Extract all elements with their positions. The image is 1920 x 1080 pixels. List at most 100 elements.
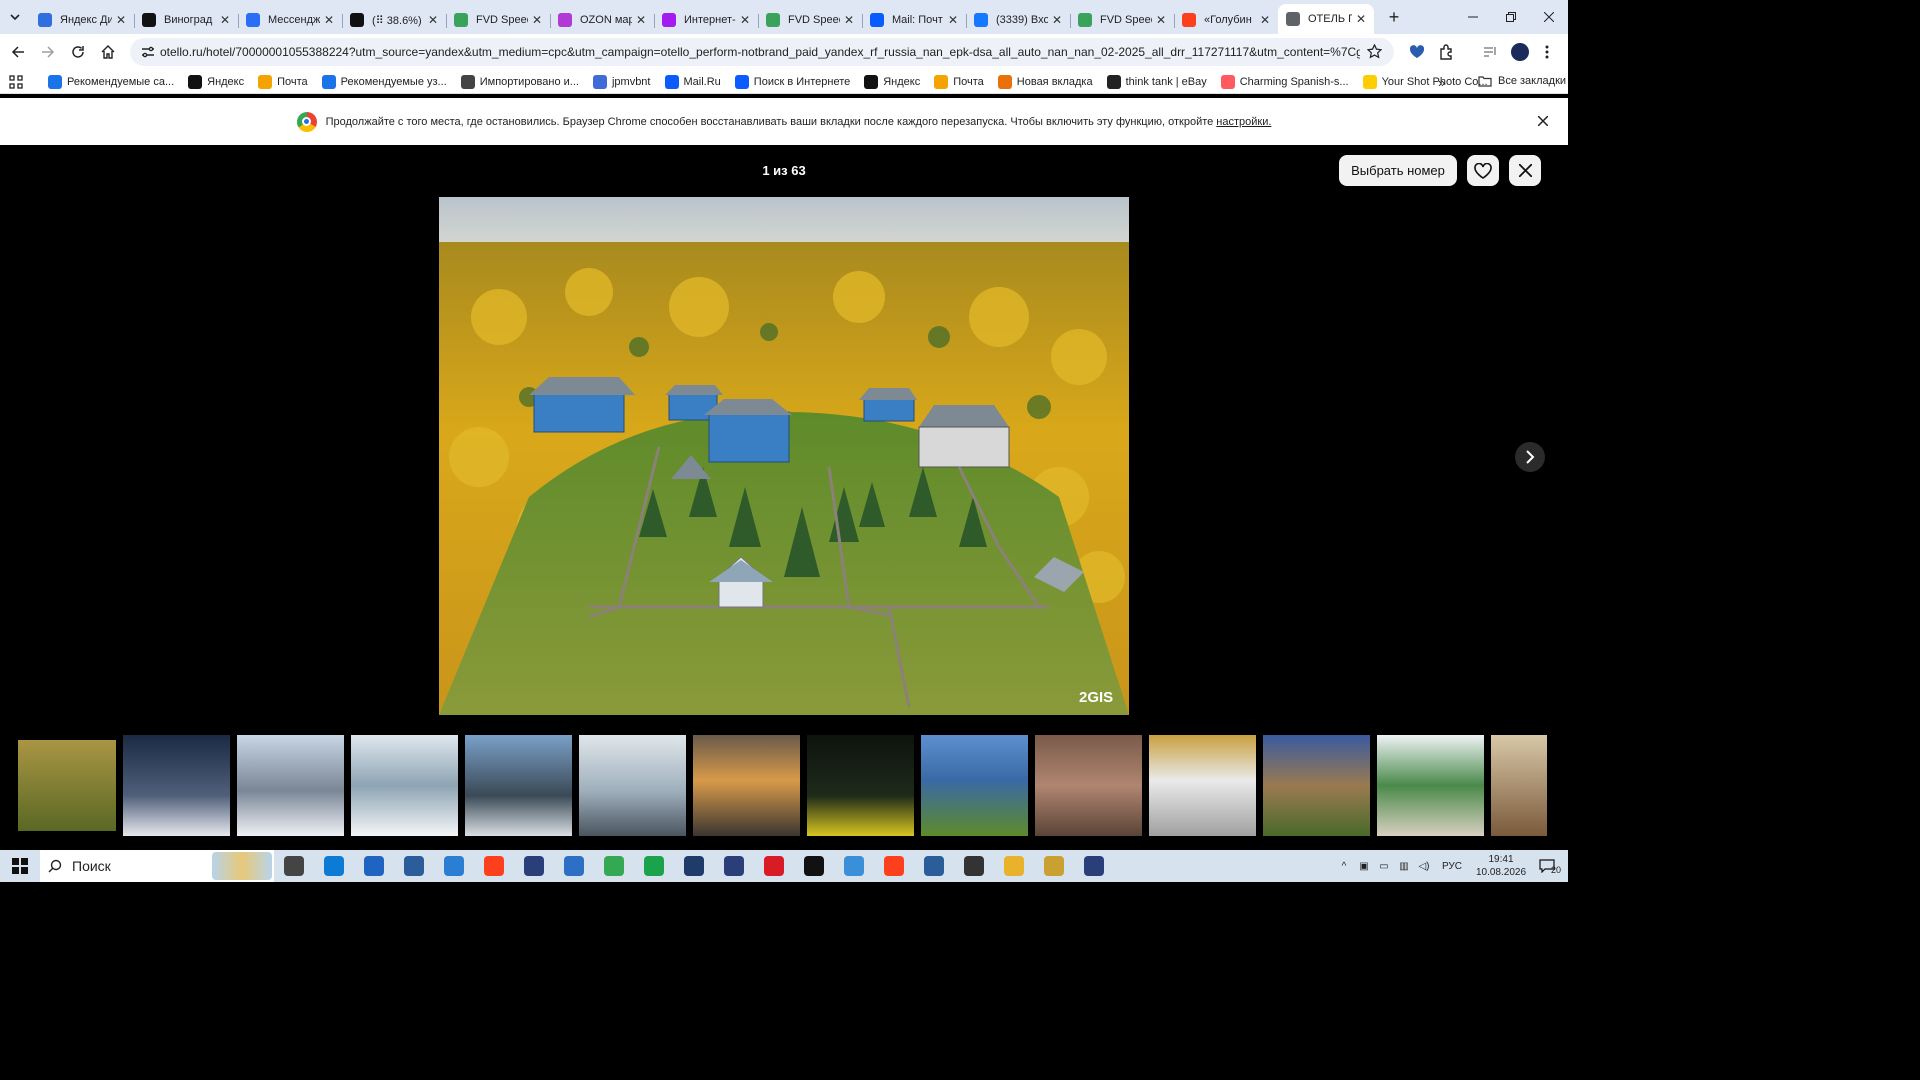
taskbar-app-button[interactable] bbox=[314, 850, 354, 882]
bookmark-item[interactable]: Яндекс bbox=[864, 74, 920, 89]
thumbnail-restaurant[interactable] bbox=[1377, 735, 1484, 836]
taskbar-app-button[interactable] bbox=[994, 850, 1034, 882]
minimize-button[interactable] bbox=[1454, 0, 1492, 34]
forward-button[interactable] bbox=[34, 38, 62, 66]
bookmark-item[interactable]: Рекомендуемые са... bbox=[48, 74, 174, 89]
tray-camera-icon[interactable]: ▣ bbox=[1354, 861, 1374, 872]
favorite-button[interactable] bbox=[1467, 155, 1499, 186]
bookmark-item[interactable]: Рекомендуемые уз... bbox=[321, 74, 447, 89]
taskbar-app-button[interactable] bbox=[954, 850, 994, 882]
tab-close-icon[interactable]: ✕ bbox=[114, 13, 128, 27]
taskbar-app-button[interactable] bbox=[594, 850, 634, 882]
apps-grid-icon[interactable] bbox=[0, 74, 32, 89]
browser-tab[interactable]: Интернет- ✕ bbox=[654, 6, 758, 34]
browser-tab[interactable]: ОТЕЛЬ ГО✕ bbox=[1278, 4, 1374, 34]
thumbnail-night-pool[interactable] bbox=[807, 735, 914, 836]
taskbar-app-button[interactable] bbox=[1074, 850, 1114, 882]
browser-tab[interactable]: Mail: Почт ✕ bbox=[862, 6, 966, 34]
thumbnail-snowy-pier[interactable] bbox=[351, 735, 458, 836]
tray-volume-icon[interactable]: ◁) bbox=[1414, 861, 1434, 872]
bookmark-item[interactable]: Your Shot Photo Co... bbox=[1362, 74, 1488, 89]
tab-close-icon[interactable]: ✕ bbox=[842, 13, 856, 27]
browser-tab[interactable]: FVD Speed ✕ bbox=[758, 6, 862, 34]
tray-network-icon[interactable]: ▥ bbox=[1394, 861, 1414, 872]
bookmark-item[interactable]: Яндекс bbox=[188, 74, 244, 89]
taskbar-app-button[interactable] bbox=[674, 850, 714, 882]
tray-chevron-icon[interactable]: ^ bbox=[1334, 861, 1354, 872]
tab-close-icon[interactable]: ✕ bbox=[946, 13, 960, 27]
menu-kebab-icon[interactable] bbox=[1544, 44, 1550, 63]
tab-close-icon[interactable]: ✕ bbox=[426, 13, 440, 27]
bookmark-item[interactable]: Почта bbox=[258, 74, 308, 89]
thumbnail-dining[interactable] bbox=[1491, 735, 1547, 836]
browser-tab[interactable]: Яндекс Ди ✕ bbox=[30, 6, 134, 34]
more-bookmarks-icon[interactable]: » bbox=[1438, 75, 1445, 90]
settings-link[interactable]: настройки. bbox=[1216, 116, 1271, 128]
taskbar-app-button[interactable] bbox=[754, 850, 794, 882]
home-button[interactable] bbox=[94, 38, 122, 66]
bookmark-item[interactable]: Charming Spanish-s... bbox=[1220, 74, 1349, 89]
tab-close-icon[interactable]: ✕ bbox=[634, 13, 648, 27]
extensions-puzzle-icon[interactable] bbox=[1438, 43, 1456, 64]
bookmark-item[interactable]: Новая вкладка bbox=[997, 74, 1093, 89]
thumbnail-winter-glass-house-night[interactable] bbox=[123, 735, 230, 836]
close-gallery-button[interactable] bbox=[1509, 155, 1541, 186]
tab-close-icon[interactable]: ✕ bbox=[1258, 13, 1272, 27]
tab-search-button[interactable] bbox=[0, 0, 30, 34]
next-photo-button[interactable] bbox=[1515, 442, 1545, 472]
taskbar-app-button[interactable] bbox=[554, 850, 594, 882]
browser-tab[interactable]: Виноград ✕ bbox=[134, 6, 238, 34]
clock[interactable]: 19:41 10.08.2026 bbox=[1470, 853, 1532, 879]
tab-close-icon[interactable]: ✕ bbox=[530, 13, 544, 27]
language-indicator[interactable]: РУС bbox=[1434, 861, 1470, 872]
reload-button[interactable] bbox=[64, 38, 92, 66]
tab-close-icon[interactable]: ✕ bbox=[1050, 13, 1064, 27]
thumbnail-aerial-autumn[interactable] bbox=[18, 740, 116, 831]
bookmark-item[interactable]: think tank | eBay bbox=[1106, 74, 1207, 89]
thumbnail-room-interior[interactable] bbox=[1035, 735, 1142, 836]
bookmark-star-icon[interactable] bbox=[1366, 43, 1383, 62]
taskbar-app-button[interactable] bbox=[874, 850, 914, 882]
taskbar-app-button[interactable] bbox=[714, 850, 754, 882]
taskbar-app-button[interactable] bbox=[474, 850, 514, 882]
close-window-button[interactable] bbox=[1530, 0, 1568, 34]
back-button[interactable] bbox=[4, 38, 32, 66]
browser-tab[interactable]: FVD Speed ✕ bbox=[446, 6, 550, 34]
bookmark-item[interactable]: Mail.Ru bbox=[664, 74, 721, 89]
choose-room-button[interactable]: Выбрать номер bbox=[1339, 155, 1457, 186]
all-bookmarks-folder[interactable]: Все закладки bbox=[1478, 75, 1566, 87]
taskbar-app-button[interactable] bbox=[634, 850, 674, 882]
browser-tab[interactable]: (⠿ 38.6%) ✕ bbox=[342, 6, 446, 34]
thumbnail-blue-house[interactable] bbox=[921, 735, 1028, 836]
thumbnail-sunset-pier[interactable] bbox=[693, 735, 800, 836]
close-infobar-button[interactable] bbox=[1537, 115, 1549, 129]
browser-tab[interactable]: OZON мар ✕ bbox=[550, 6, 654, 34]
notifications-button[interactable]: 20 bbox=[1532, 857, 1568, 875]
thumbnail-wooden-building[interactable] bbox=[465, 735, 572, 836]
taskbar-app-button[interactable] bbox=[914, 850, 954, 882]
site-info-icon[interactable] bbox=[136, 45, 160, 59]
thumbnail-kids-room[interactable] bbox=[1263, 735, 1370, 836]
start-button[interactable] bbox=[0, 850, 40, 882]
browser-tab[interactable]: (3339) Вхо ✕ bbox=[966, 6, 1070, 34]
tab-close-icon[interactable]: ✕ bbox=[218, 13, 232, 27]
taskbar-app-button[interactable] bbox=[274, 850, 314, 882]
thumbnail-winter-glass-house[interactable] bbox=[237, 735, 344, 836]
tab-close-icon[interactable]: ✕ bbox=[322, 13, 336, 27]
thumbnail-lake-pier[interactable] bbox=[579, 735, 686, 836]
taskbar-app-button[interactable] bbox=[1034, 850, 1074, 882]
browser-tab[interactable]: «Голубин ✕ bbox=[1174, 6, 1278, 34]
restore-button[interactable] bbox=[1492, 0, 1530, 34]
profile-avatar[interactable] bbox=[1511, 43, 1529, 61]
taskbar-app-button[interactable] bbox=[434, 850, 474, 882]
taskbar-app-button[interactable] bbox=[394, 850, 434, 882]
taskbar-app-button[interactable] bbox=[514, 850, 554, 882]
tab-close-icon[interactable]: ✕ bbox=[1154, 13, 1168, 27]
thumbnail-bus[interactable] bbox=[1149, 735, 1256, 836]
tab-close-icon[interactable]: ✕ bbox=[1354, 12, 1368, 26]
address-bar[interactable]: otello.ru/hotel/70000001055388224?utm_so… bbox=[130, 38, 1394, 66]
media-control-icon[interactable] bbox=[1482, 44, 1498, 63]
taskbar-search[interactable]: Поиск bbox=[40, 850, 274, 882]
bookmark-item[interactable]: Поиск в Интернете bbox=[734, 74, 850, 89]
tab-close-icon[interactable]: ✕ bbox=[738, 13, 752, 27]
